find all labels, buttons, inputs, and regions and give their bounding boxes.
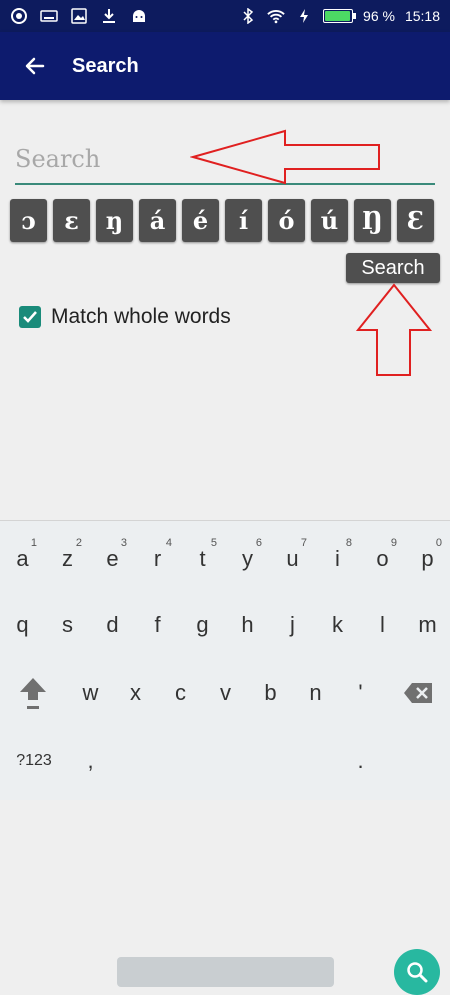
key-v[interactable]: v — [203, 663, 248, 723]
back-button[interactable] — [0, 32, 70, 100]
keyboard-row-1: a1z2e3r4t5y6u7i8o9p0 — [0, 529, 450, 589]
key-label: t — [199, 546, 206, 571]
key-m[interactable]: m — [405, 595, 450, 655]
download-icon — [100, 8, 118, 24]
key-u[interactable]: u7 — [270, 529, 315, 589]
special-char-button[interactable]: Ŋ — [354, 199, 391, 242]
key-b[interactable]: b — [248, 663, 293, 723]
key-number-hint: 8 — [345, 537, 352, 549]
key-number-hint: 9 — [390, 537, 397, 549]
key-s[interactable]: s — [45, 595, 90, 655]
key-j[interactable]: j — [270, 595, 315, 655]
key-x[interactable]: x — [113, 663, 158, 723]
match-whole-words-label: Match whole words — [51, 305, 231, 328]
key-a[interactable]: a1 — [0, 529, 45, 589]
key-number-hint: 0 — [435, 537, 442, 549]
key-label: p — [421, 546, 434, 571]
status-bar: 96 % 15:18 — [0, 0, 450, 32]
battery-level — [325, 11, 350, 21]
key-d[interactable]: d — [90, 595, 135, 655]
bluetooth-icon — [239, 8, 257, 24]
annotation-arrow-up-icon — [355, 283, 433, 376]
page-title: Search — [72, 54, 139, 77]
key-y[interactable]: y6 — [225, 529, 270, 589]
key-number-hint: 5 — [210, 537, 217, 549]
key-o[interactable]: o9 — [360, 529, 405, 589]
key-k[interactable]: k — [315, 595, 360, 655]
key-number-hint: 2 — [75, 537, 82, 549]
shift-key[interactable] — [10, 663, 55, 723]
special-char-button[interactable]: ɔ — [10, 199, 47, 242]
special-char-button[interactable]: Ɛ — [397, 199, 434, 242]
key-w[interactable]: w — [68, 663, 113, 723]
key-label: a — [16, 546, 29, 571]
special-char-button[interactable]: á — [139, 199, 176, 242]
key-number-hint: 3 — [120, 537, 127, 549]
key-r[interactable]: r4 — [135, 529, 180, 589]
key-z[interactable]: z2 — [45, 529, 90, 589]
special-char-button[interactable]: é — [182, 199, 219, 242]
keyboard-icon — [40, 8, 58, 24]
special-char-button[interactable]: ɛ — [53, 199, 90, 242]
key-g[interactable]: g — [180, 595, 225, 655]
keyboard-row-4: ?123 , . — [0, 731, 450, 995]
key-label: z — [62, 546, 73, 571]
key-e[interactable]: e3 — [90, 529, 135, 589]
key-i[interactable]: i8 — [315, 529, 360, 589]
key-n[interactable]: n — [293, 663, 338, 723]
key-number-hint: 1 — [30, 537, 37, 549]
key-number-hint: 4 — [165, 537, 172, 549]
keyboard-row-2: qsdfghjklm — [0, 595, 450, 655]
special-char-button[interactable]: ú — [311, 199, 348, 242]
android-icon — [130, 8, 148, 24]
match-whole-words-checkbox[interactable] — [19, 306, 41, 328]
symbols-key[interactable]: ?123 — [10, 731, 58, 791]
special-char-button[interactable]: ŋ — [96, 199, 133, 242]
search-key[interactable] — [394, 949, 440, 995]
key-p[interactable]: p0 — [405, 529, 450, 589]
period-key[interactable]: . — [338, 731, 383, 791]
battery-icon — [323, 9, 357, 23]
key-label: o — [376, 546, 389, 571]
key-q[interactable]: q — [0, 595, 45, 655]
keyboard-row-3: w x c v b n ' — [0, 663, 450, 723]
app-bar: Search — [0, 32, 450, 100]
search-icon — [407, 962, 428, 983]
comma-key[interactable]: , — [68, 731, 113, 791]
key-h[interactable]: h — [225, 595, 270, 655]
app-notification-icon — [10, 8, 28, 24]
special-char-button[interactable]: í — [225, 199, 262, 242]
shift-icon — [19, 678, 46, 709]
soft-keyboard: a1z2e3r4t5y6u7i8o9p0 qsdfghjklm w x c v b n ' … — [0, 520, 450, 995]
key-label: y — [242, 546, 253, 571]
key-label: u — [286, 546, 299, 571]
special-char-button[interactable]: ó — [268, 199, 305, 242]
backspace-key[interactable] — [395, 663, 440, 723]
wifi-icon — [267, 8, 285, 24]
key-f[interactable]: f — [135, 595, 180, 655]
key-label: i — [335, 546, 340, 571]
key-c[interactable]: c — [158, 663, 203, 723]
key-label: r — [153, 546, 162, 571]
clock: 15:18 — [404, 8, 440, 24]
image-icon — [70, 8, 88, 24]
key-label: e — [106, 546, 119, 571]
key-t[interactable]: t5 — [180, 529, 225, 589]
battery-percent: 96 % — [363, 8, 395, 24]
key-l[interactable]: l — [360, 595, 405, 655]
key-number-hint: 6 — [255, 537, 262, 549]
backspace-icon — [403, 683, 432, 703]
checkmark-icon — [23, 311, 37, 323]
key-number-hint: 7 — [300, 537, 307, 549]
match-whole-words-option[interactable]: Match whole words — [19, 305, 231, 329]
back-arrow-icon — [25, 57, 45, 75]
key-apostrophe[interactable]: ' — [338, 663, 383, 723]
space-bar[interactable] — [117, 957, 334, 987]
annotation-arrow-left-icon — [190, 129, 380, 185]
special-characters-row: ɔɛŋáéíóúŊƐ — [10, 199, 440, 242]
charging-icon — [295, 8, 313, 24]
search-button[interactable]: Search — [346, 253, 440, 283]
